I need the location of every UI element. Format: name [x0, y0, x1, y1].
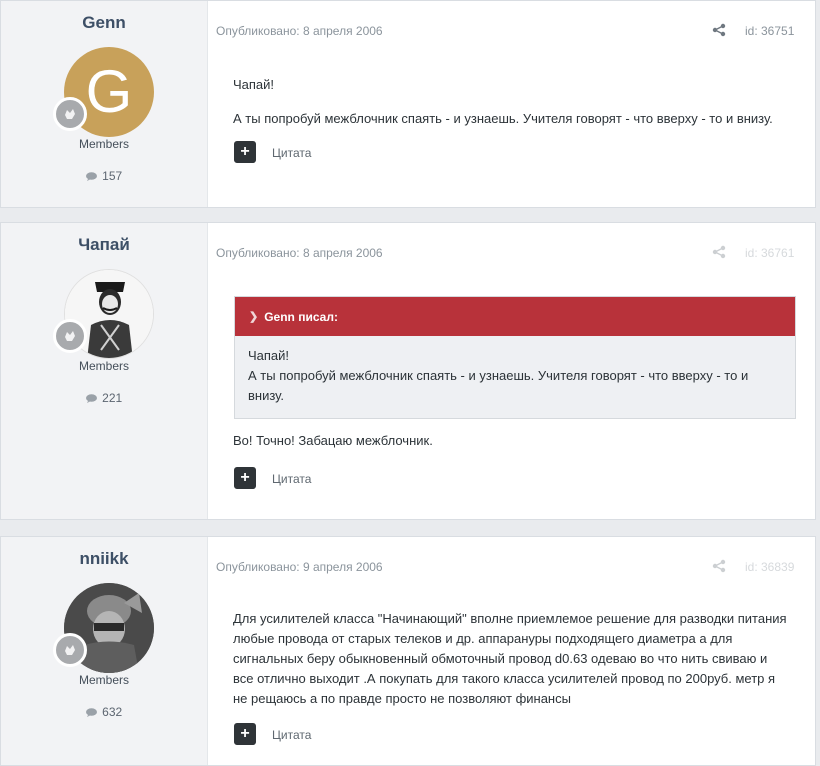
quote-line: Чапай! — [248, 348, 290, 363]
post-id[interactable]: id: 36761 — [745, 246, 794, 260]
comment-icon — [85, 394, 97, 404]
post-body: Чапай! А ты попробуй межблочник спаять -… — [233, 75, 803, 129]
plus-icon: + — [240, 725, 250, 742]
quote-button[interactable]: Цитата — [272, 472, 311, 486]
post-body: Во! Точно! Забацаю межблочник. — [233, 431, 803, 451]
share-icon[interactable] — [712, 23, 726, 37]
rank-badge-icon — [53, 633, 87, 667]
author-name[interactable]: nniikk — [1, 549, 207, 569]
quote-citation: Genn писал: — [264, 309, 338, 324]
multiquote-button[interactable]: + — [234, 467, 256, 489]
post-count: 157 — [1, 169, 207, 183]
rank-badge-icon — [53, 97, 87, 131]
post-date[interactable]: Опубликовано: 9 апреля 2006 — [216, 560, 383, 574]
plus-icon: + — [240, 143, 250, 160]
post-count-value: 632 — [102, 705, 123, 719]
body-line: не рещаюсь а по правде просто не позволя… — [233, 691, 571, 706]
post-count: 221 — [1, 391, 207, 405]
post-body: Для усилителей класса "Начинающий" вполн… — [233, 609, 803, 709]
member-group: Members — [78, 359, 129, 373]
share-icon[interactable] — [712, 245, 726, 259]
member-group: Members — [78, 137, 129, 151]
body-line: любые провода от старых телеков и др. ап… — [233, 631, 733, 646]
post-date[interactable]: Опубликовано: 8 апреля 2006 — [216, 24, 383, 38]
comment-icon — [85, 172, 97, 182]
author-panel: nniikk Members 632 — [1, 537, 208, 765]
body-line: Чапай! — [233, 77, 275, 92]
plus-icon: + — [240, 469, 250, 486]
member-group: Members — [78, 673, 129, 687]
post-count-value: 157 — [102, 169, 123, 183]
post-count-value: 221 — [102, 391, 123, 405]
share-icon[interactable] — [712, 559, 726, 573]
quote-line: внизу. — [248, 388, 284, 403]
body-line: А ты попробуй межблочник спаять - и узна… — [233, 111, 773, 126]
body-line: сигнальных беру обыкновенный обмоточный … — [233, 651, 768, 666]
quote-block: ❯ Genn писал: Чапай! А ты попробуй межбл… — [234, 296, 796, 419]
post-date[interactable]: Опубликовано: 8 апреля 2006 — [216, 246, 383, 260]
quote-line: А ты попробуй межблочник спаять - и узна… — [248, 368, 749, 383]
post: Чапай Members 221 Опубликовано: 8 апреля… — [0, 222, 816, 520]
post-id[interactable]: id: 36751 — [745, 24, 794, 38]
body-line: Во! Точно! Забацаю межблочник. — [233, 433, 433, 448]
post-count: 632 — [1, 705, 207, 719]
comment-icon — [85, 708, 97, 718]
post: Genn G Members 157 Опубликовано: 8 апрел… — [0, 0, 816, 208]
quote-text: Чапай! А ты попробуй межблочник спаять -… — [235, 336, 795, 418]
body-line: все отлично выходит .А покупать для тако… — [233, 671, 776, 686]
quote-button[interactable]: Цитата — [272, 146, 311, 160]
multiquote-button[interactable]: + — [234, 141, 256, 163]
author-name[interactable]: Genn — [1, 13, 207, 33]
multiquote-button[interactable]: + — [234, 723, 256, 745]
author-name[interactable]: Чапай — [1, 235, 207, 255]
chevron-down-icon: ❯ — [249, 311, 259, 323]
quote-header[interactable]: ❯ Genn писал: — [235, 297, 795, 336]
author-panel: Genn G Members 157 — [1, 1, 208, 207]
author-panel: Чапай Members 221 — [1, 223, 208, 519]
post-id[interactable]: id: 36839 — [745, 560, 794, 574]
quote-button[interactable]: Цитата — [272, 728, 311, 742]
rank-badge-icon — [53, 319, 87, 353]
post: nniikk Members 632 Опубликовано: 9 апрел… — [0, 536, 816, 766]
body-line: Для усилителей класса "Начинающий" вполн… — [233, 611, 787, 626]
